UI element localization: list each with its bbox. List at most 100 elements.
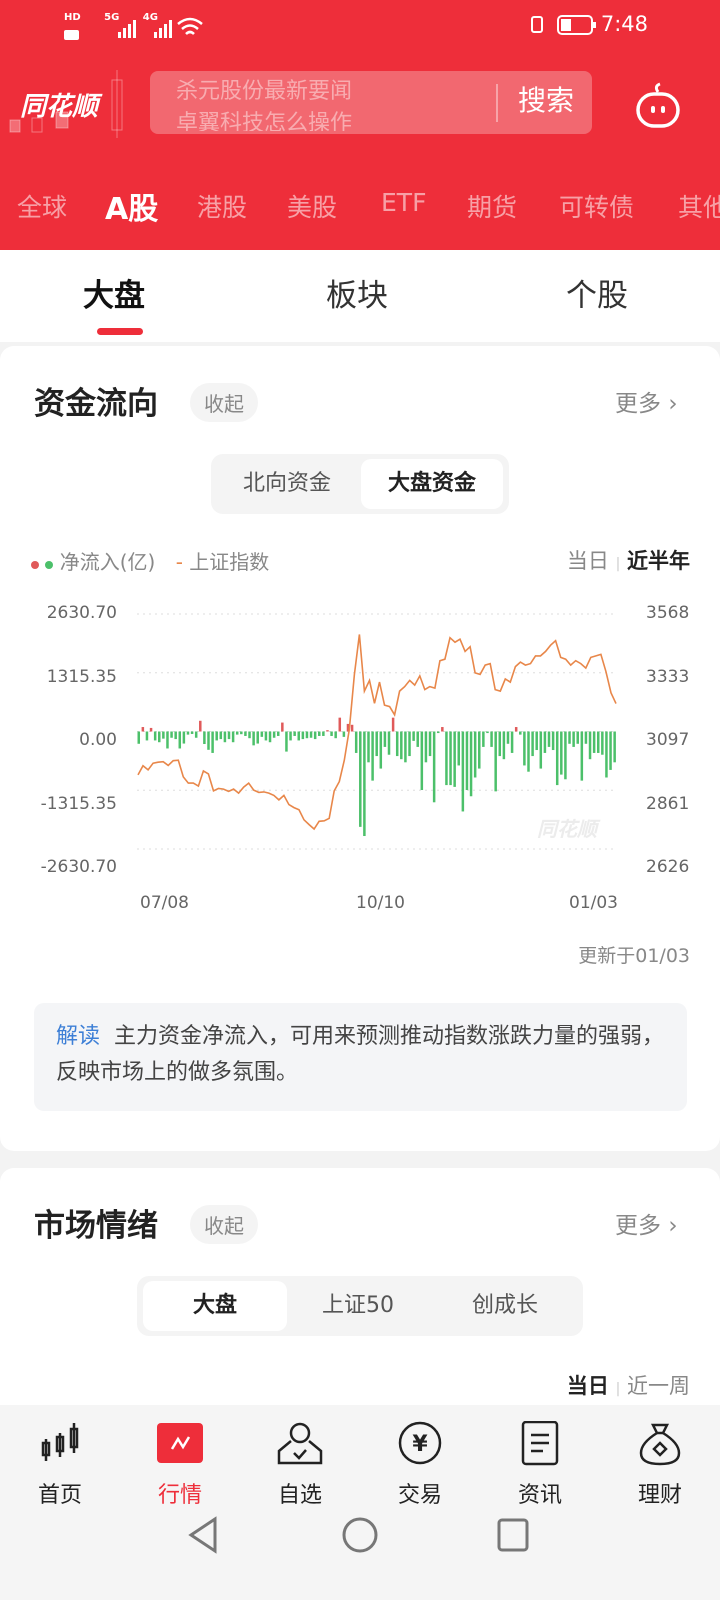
flow-bar: [424, 731, 428, 763]
chart-legend: 净流入(亿) - 上证指数: [31, 546, 269, 575]
search-button[interactable]: 搜索: [495, 84, 574, 122]
flow-bar: [453, 731, 456, 787]
flow-bar: [400, 731, 403, 760]
range-week[interactable]: 近一周: [627, 1374, 690, 1398]
market-tab-etf[interactable]: ETF: [381, 188, 426, 217]
legend-index: 上证指数: [189, 550, 270, 574]
flow-bar: [391, 717, 395, 732]
nav-trade[interactable]: ¥ 交易: [370, 1421, 470, 1509]
flow-bar: [149, 727, 153, 732]
back-icon[interactable]: [185, 1515, 225, 1555]
market-tab-futures[interactable]: 期货: [467, 188, 517, 224]
flow-bar: [363, 731, 366, 837]
market-tab-hk[interactable]: 港股: [197, 188, 247, 224]
flow-bar: [412, 731, 415, 741]
nav-news[interactable]: 资讯: [490, 1420, 590, 1509]
flow-bar: [207, 731, 210, 750]
flow-bar: [342, 731, 346, 737]
nav-label: 行情: [157, 1483, 202, 1508]
flow-bar: [158, 731, 161, 743]
bottom-nav: 首页 行情 自选 ¥ 交易 资讯 理财: [0, 1405, 720, 1600]
recents-icon[interactable]: [496, 1517, 530, 1553]
flow-bar: [449, 731, 452, 786]
fund-flow-chart: 同花顺: [137, 613, 617, 850]
tab-dapan[interactable]: 大盘: [83, 270, 145, 315]
legend-line-mark: -: [175, 550, 183, 574]
clock: 7:48: [600, 12, 648, 36]
right-tick: 3568: [646, 603, 690, 623]
flow-bar: [551, 731, 555, 751]
flow-bar: [170, 731, 173, 738]
home-icon[interactable]: [340, 1515, 380, 1555]
flow-bar: [231, 731, 235, 743]
explanation-text: 主力资金净流入，可用来预测推动指数涨跌力量的强弱，反映市场上的做多氛围。: [56, 1024, 665, 1085]
legend-red-dot: [31, 561, 39, 569]
flow-bar: [248, 731, 251, 739]
flow-bar: [580, 731, 584, 781]
flow-bar: [182, 731, 186, 744]
tab-gegu[interactable]: 个股: [566, 270, 628, 315]
left-tick: 0.00: [79, 730, 117, 750]
collapse-button[interactable]: 收起: [190, 1205, 258, 1244]
segment-market-funds[interactable]: 大盘资金: [361, 459, 503, 509]
x-tick: 01/03: [569, 893, 618, 913]
flow-bar: [404, 731, 407, 763]
flow-bar: [178, 731, 182, 749]
tab-bankuai[interactable]: 板块: [326, 270, 388, 315]
range-half-year[interactable]: 近半年: [627, 549, 690, 573]
market-tab-convertible[interactable]: 可转债: [559, 188, 634, 224]
flow-bar: [194, 731, 198, 738]
nav-market[interactable]: 行情: [130, 1421, 230, 1509]
nav-watchlist[interactable]: 自选: [250, 1421, 350, 1509]
flow-bar: [289, 731, 292, 741]
nav-home[interactable]: 首页: [10, 1421, 110, 1509]
more-link[interactable]: 更多 ›: [615, 384, 678, 418]
flow-bar: [564, 731, 567, 780]
market-tab-us[interactable]: 美股: [287, 188, 337, 224]
market-tab-a-share[interactable]: A股: [105, 184, 158, 228]
flow-bar: [334, 731, 337, 739]
flow-bar: [215, 731, 218, 741]
more-link[interactable]: 更多 ›: [615, 1206, 678, 1240]
flow-bar: [601, 731, 604, 755]
logo: 同花顺: [20, 92, 99, 122]
candlestick-icon: [41, 1423, 79, 1461]
market-tab-other[interactable]: 其他: [678, 188, 720, 224]
flow-bar: [539, 731, 543, 769]
segment-dapan[interactable]: 大盘: [143, 1281, 287, 1331]
flow-bar: [379, 731, 383, 769]
flow-bar: [162, 731, 165, 739]
search-bar[interactable]: 杀元股份最新要闻 卓翼科技怎么操作 搜索: [150, 71, 592, 134]
market-tab-global[interactable]: 全球: [17, 188, 67, 224]
fund-segment: 北向资金 大盘资金: [211, 454, 509, 514]
flow-bar: [436, 731, 440, 734]
sentiment-range: 当日 | 近一周: [566, 1374, 690, 1398]
flow-bar: [527, 731, 530, 772]
flow-bar: [211, 731, 214, 753]
segment-chuangchengzhang[interactable]: 创成长: [433, 1281, 577, 1331]
flow-bar: [272, 731, 276, 738]
flow-bar: [510, 731, 514, 753]
flow-bar: [478, 731, 481, 769]
flow-bar: [592, 731, 596, 753]
active-tab-underline: [97, 328, 143, 335]
more-label: 更多: [615, 1213, 661, 1239]
range-today[interactable]: 当日: [567, 1374, 609, 1398]
flow-bar: [465, 731, 469, 791]
flow-bar: [326, 730, 329, 732]
flow-bar: [441, 727, 444, 732]
range-toggle: 当日 | 近半年: [566, 549, 690, 573]
flow-bar: [264, 731, 268, 741]
market-icon: [157, 1423, 203, 1463]
robot-icon[interactable]: [634, 82, 682, 134]
card-title: 资金流向: [34, 386, 158, 422]
flow-bar: [256, 731, 259, 744]
flow-bar: [543, 731, 547, 753]
flow-bar: [613, 731, 616, 763]
nav-wealth[interactable]: 理财: [610, 1421, 710, 1509]
range-today[interactable]: 当日: [567, 549, 609, 573]
left-tick: -1315.35: [40, 794, 117, 814]
segment-northbound[interactable]: 北向资金: [217, 459, 357, 509]
segment-sz50[interactable]: 上证50: [287, 1281, 429, 1331]
collapse-button[interactable]: 收起: [190, 383, 258, 422]
